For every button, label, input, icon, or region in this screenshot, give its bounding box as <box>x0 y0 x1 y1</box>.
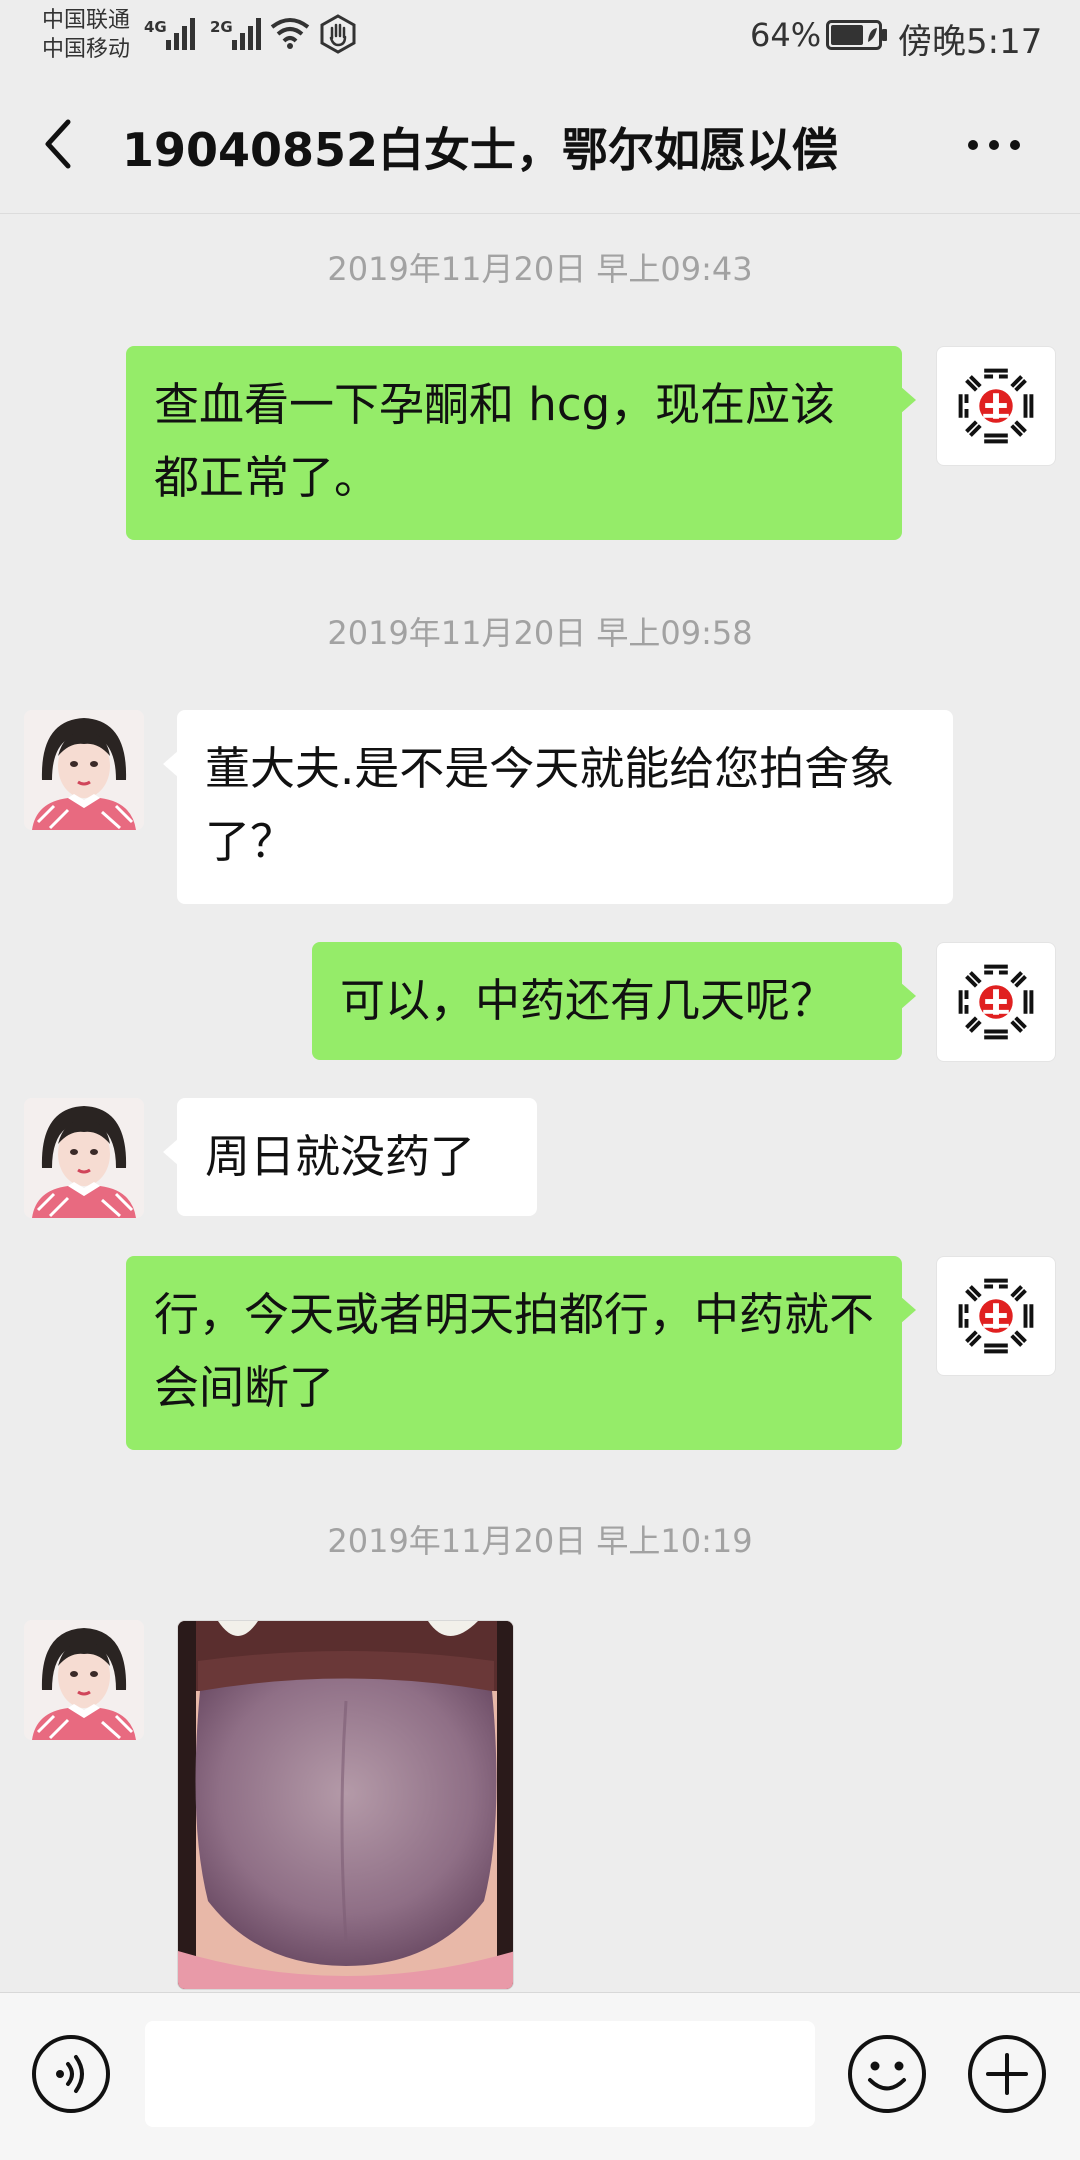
network-type-1: 4G <box>144 18 167 36</box>
battery-icon <box>826 20 887 50</box>
woman-avatar-icon <box>24 710 144 830</box>
message-bubble-sent[interactable]: 可以，中药还有几天呢？ <box>312 942 916 1060</box>
carrier-2: 中国移动 <box>42 37 131 62</box>
woman-avatar-icon <box>24 1620 144 1740</box>
carrier-1: 中国联通 <box>42 8 131 33</box>
timestamp: 2019年11月20日 早上10:19 <box>327 1522 753 1560</box>
woman-avatar-icon <box>24 1098 144 1218</box>
my-avatar[interactable] <box>936 1256 1056 1376</box>
carrier-labels: 中国联通 中国移动 <box>42 6 130 64</box>
message-input[interactable] <box>145 2021 815 2127</box>
bagua-logo-icon <box>958 1278 1034 1354</box>
contact-avatar[interactable] <box>24 710 144 830</box>
bagua-logo-icon <box>958 964 1034 1040</box>
more-dots-icon[interactable] <box>962 122 1026 166</box>
emoji-icon[interactable] <box>846 2033 928 2115</box>
chat-header: 19040852白女士，鄂尔如愿以偿 <box>0 76 1080 214</box>
wifi-icon <box>270 18 310 49</box>
message-bubble-sent[interactable]: 查血看一下孕酮和 hcg，现在应该都正常了。 <box>126 346 916 540</box>
image-message[interactable] <box>177 1620 514 1990</box>
status-bar: 中国联通 中国移动 4G 2G 64% 傍晚5:17 <box>0 0 1080 76</box>
back-arrow-icon[interactable] <box>38 114 86 174</box>
clock: 傍晚5:17 <box>898 22 1043 62</box>
voice-icon[interactable] <box>30 2033 112 2115</box>
chat-screen: 中国联通 中国移动 4G 2G 64% 傍晚5:17 19040852白女士，鄂… <box>0 0 1080 2160</box>
tongue-photo <box>178 1621 513 1989</box>
signal-1-icon: 4G <box>144 14 200 50</box>
do-not-disturb-hand-icon <box>320 14 356 54</box>
timestamp: 2019年11月20日 早上09:43 <box>327 250 753 288</box>
input-bar <box>0 1992 1080 2160</box>
plus-icon[interactable] <box>966 2033 1048 2115</box>
my-avatar[interactable] <box>936 346 1056 466</box>
network-type-2: 2G <box>210 18 233 36</box>
message-bubble-sent[interactable]: 行，今天或者明天拍都行，中药就不会间断了 <box>126 1256 916 1450</box>
signal-2-icon: 2G <box>210 14 266 50</box>
chat-title: 19040852白女士，鄂尔如愿以偿 <box>122 123 839 177</box>
message-bubble-received[interactable]: 董大夫.是不是今天就能给您拍舍象了？ <box>163 710 953 904</box>
contact-avatar[interactable] <box>24 1098 144 1218</box>
battery-percent: 64% <box>750 16 822 54</box>
bagua-logo-icon <box>958 368 1034 444</box>
timestamp: 2019年11月20日 早上09:58 <box>327 614 753 652</box>
message-bubble-received[interactable]: 周日就没药了 <box>163 1098 537 1216</box>
contact-avatar[interactable] <box>24 1620 144 1740</box>
my-avatar[interactable] <box>936 942 1056 1062</box>
